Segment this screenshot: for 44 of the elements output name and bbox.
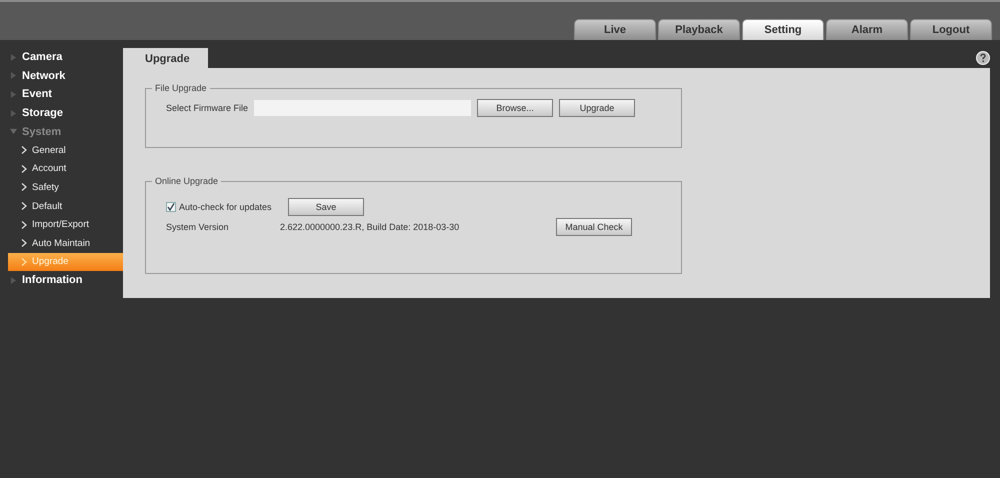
down-triangle-icon bbox=[10, 128, 17, 136]
right-triangle-icon bbox=[10, 90, 17, 98]
nav-tab[interactable]: Logout bbox=[910, 19, 992, 40]
checkbox[interactable] bbox=[166, 202, 176, 212]
chevron-right-icon bbox=[21, 146, 27, 154]
sidebar-item[interactable]: System bbox=[0, 122, 123, 141]
nav-tab[interactable]: Alarm bbox=[826, 19, 908, 40]
chevron-right-icon bbox=[21, 239, 27, 248]
chevron-right-icon bbox=[21, 258, 27, 266]
sidebar-item[interactable]: Event bbox=[0, 85, 123, 104]
right-triangle-icon bbox=[10, 276, 17, 284]
sidebar-subitem[interactable]: Default bbox=[8, 196, 123, 216]
firmware-file-field[interactable] bbox=[254, 100, 471, 116]
version-value: 2.622.0000000.23.R, Build Date: 2018-03-30 bbox=[280, 222, 460, 232]
checkbox-label: Auto-check for updates bbox=[179, 202, 273, 212]
field-label: Select Firmware File bbox=[166, 103, 248, 113]
chevron-right-icon bbox=[21, 164, 27, 173]
sidebar-subitem[interactable]: General bbox=[8, 140, 123, 160]
help-icon[interactable] bbox=[976, 51, 990, 65]
right-triangle-icon bbox=[10, 72, 17, 80]
save-button[interactable]: Save bbox=[288, 198, 364, 216]
sidebar-item[interactable]: Network bbox=[0, 66, 123, 86]
right-triangle-icon bbox=[10, 110, 17, 117]
chevron-right-icon bbox=[21, 220, 27, 229]
browse-button[interactable]: Browse... bbox=[477, 99, 553, 117]
chevron-right-icon bbox=[21, 183, 27, 192]
nav-tab[interactable]: Setting bbox=[742, 19, 824, 40]
sidebar-subitem[interactable]: Auto Maintain bbox=[8, 234, 123, 253]
field-label: System Version bbox=[166, 222, 230, 232]
group-title: Online Upgrade bbox=[154, 176, 220, 186]
manual-check-button[interactable]: Manual Check bbox=[556, 218, 632, 236]
nav-tab[interactable]: Live bbox=[574, 19, 656, 40]
chevron-right-icon bbox=[21, 202, 27, 210]
right-triangle-icon bbox=[10, 54, 17, 61]
upgrade-button[interactable]: Upgrade bbox=[559, 99, 635, 117]
sidebar-subitem[interactable]: Import/Export bbox=[8, 215, 123, 234]
nav-tab[interactable]: Playback bbox=[658, 19, 740, 40]
group-title: File Upgrade bbox=[154, 83, 208, 93]
sidebar-subitem[interactable]: Safety bbox=[8, 178, 123, 197]
sidebar-item[interactable]: Information bbox=[0, 271, 123, 290]
page-tab[interactable]: Upgrade bbox=[123, 48, 208, 68]
sidebar-subitem[interactable]: Account bbox=[8, 160, 123, 178]
sidebar-item[interactable]: Storage bbox=[0, 104, 123, 122]
sidebar-item[interactable]: Camera bbox=[0, 48, 123, 67]
